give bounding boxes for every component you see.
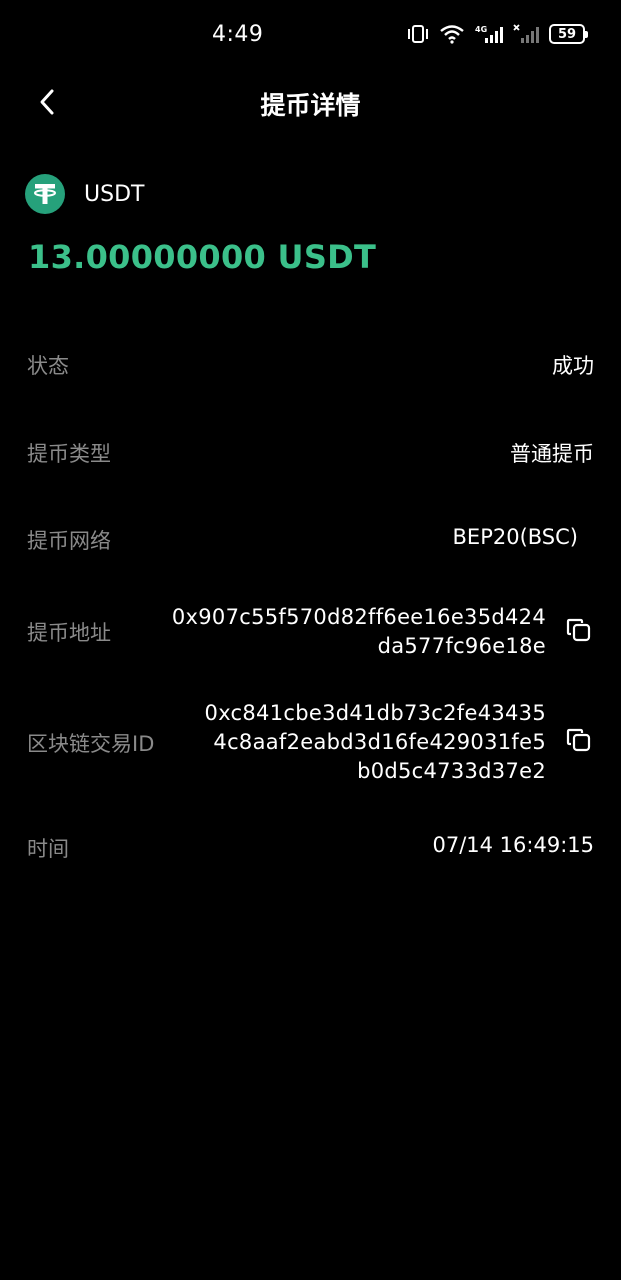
coin-row: USDT: [25, 174, 144, 214]
signal-4g-icon: 4G: [475, 25, 503, 43]
header: 提币详情: [0, 72, 621, 134]
page-title: 提币详情: [260, 91, 361, 120]
status-time: 4:49: [212, 22, 264, 47]
copy-tx-id-button[interactable]: [565, 726, 593, 754]
address-line: 0x907c55f570d82ff6ee16e35d424: [171, 605, 546, 629]
copy-icon: [566, 728, 591, 752]
network-label: 提币网络: [27, 529, 111, 553]
address-line: da577fc96e18e: [377, 634, 546, 658]
tx-id-line: 4c8aaf2eabd3d16fe429031fe5: [213, 730, 546, 754]
tx-id-line: 0xc841cbe3d41db73c2fe43435: [204, 701, 546, 725]
withdraw-type-value: 普通提币: [510, 442, 594, 466]
tx-id-value: 0xc841cbe3d41db73c2fe43435 4c8aaf2eabd3d…: [205, 699, 546, 786]
wifi-icon: [440, 25, 464, 44]
copy-address-button[interactable]: [565, 616, 593, 644]
signal-no-service-icon: [513, 24, 539, 43]
copy-icon: [566, 618, 591, 642]
time-label: 时间: [27, 837, 69, 861]
status-icons: 4G 59: [407, 24, 588, 44]
status-label: 状态: [27, 354, 69, 378]
tx-id-line: b0d5c4733d37e2: [357, 759, 546, 783]
withdraw-amount: 13.00000000 USDT: [28, 238, 377, 276]
tx-id-label: 区块链交易ID: [27, 732, 155, 756]
battery-icon: 59: [549, 24, 588, 44]
status-bar: 4:49 4G 59: [0, 0, 621, 72]
coin-name: USDT: [84, 181, 145, 207]
network-value: BEP20(BSC): [452, 525, 578, 549]
address-value: 0x907c55f570d82ff6ee16e35d424 da577fc96e…: [172, 603, 546, 661]
time-value: 07/14 16:49:15: [432, 833, 594, 857]
withdraw-type-label: 提币类型: [27, 442, 111, 466]
vibrate-icon: [408, 25, 428, 43]
battery-level: 59: [557, 26, 577, 42]
status-value: 成功: [552, 354, 594, 378]
tether-logo: [25, 174, 65, 214]
address-label: 提币地址: [27, 621, 111, 645]
svg-text:4G: 4G: [475, 25, 487, 34]
